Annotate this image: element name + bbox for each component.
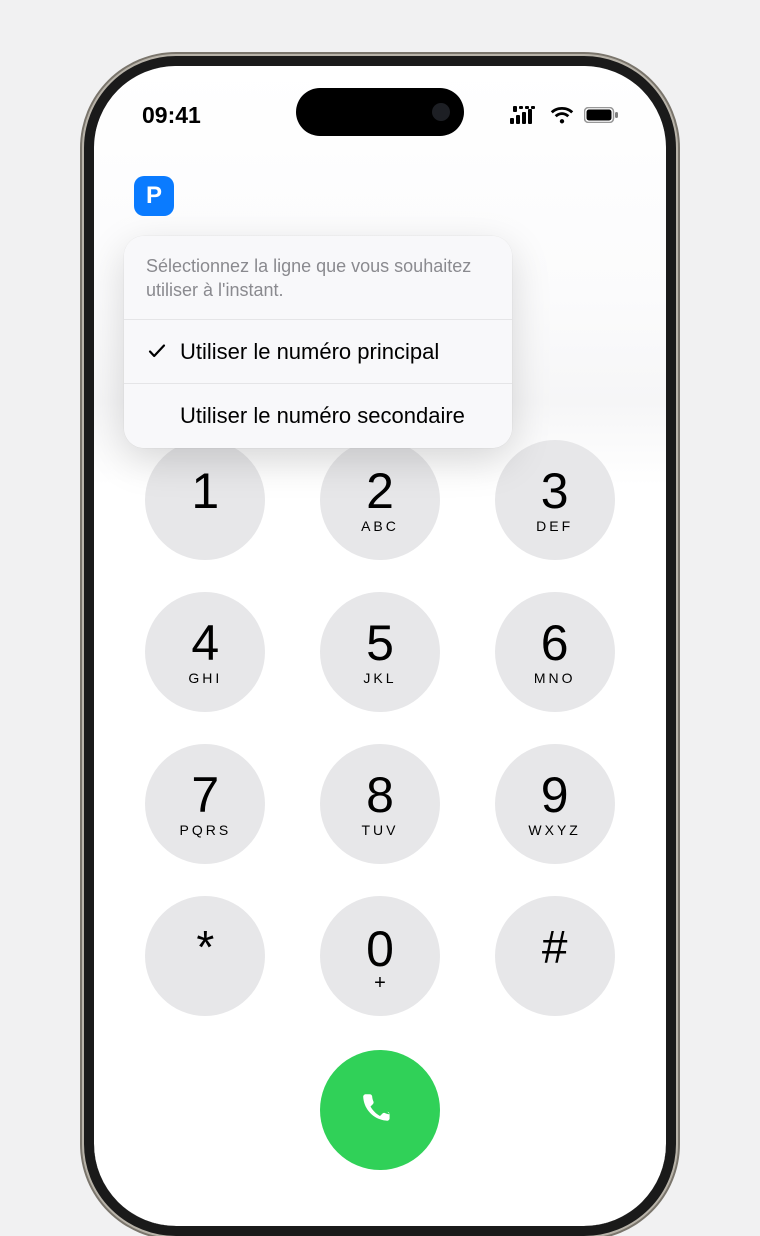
line-option-label: Utiliser le numéro secondaire	[180, 402, 490, 430]
key-letters: MNO	[534, 670, 576, 686]
key-0[interactable]: 0 +	[320, 896, 440, 1016]
line-option-primary[interactable]: Utiliser le numéro principal	[124, 320, 512, 385]
key-5[interactable]: 5 JKL	[320, 592, 440, 712]
key-letters: ABC	[361, 518, 399, 534]
key-digit: 9	[541, 770, 569, 820]
line-selector-popover: Sélectionnez la ligne que vous souhaitez…	[124, 236, 512, 448]
status-indicators	[510, 106, 618, 124]
key-1[interactable]: 1	[145, 440, 265, 560]
key-digit: *	[196, 924, 214, 970]
key-letters: DEF	[536, 518, 573, 534]
key-3[interactable]: 3 DEF	[495, 440, 615, 560]
checkmark-icon	[146, 341, 168, 361]
call-button-row	[94, 1050, 666, 1170]
key-9[interactable]: 9 WXYZ	[495, 744, 615, 864]
key-digit: 6	[541, 618, 569, 668]
call-button[interactable]	[320, 1050, 440, 1170]
key-digit: 8	[366, 770, 394, 820]
key-digit: 0	[366, 924, 394, 974]
key-letters: WXYZ	[528, 822, 580, 838]
status-bar: 09:41	[94, 66, 666, 140]
key-2[interactable]: 2 ABC	[320, 440, 440, 560]
key-letters: +	[374, 972, 386, 988]
key-star[interactable]: *	[145, 896, 265, 1016]
key-letters: PQRS	[179, 822, 231, 838]
key-6[interactable]: 6 MNO	[495, 592, 615, 712]
key-digit: 7	[191, 770, 219, 820]
dual-sim-signal-icon	[510, 106, 540, 124]
active-line-badge[interactable]: P	[134, 176, 174, 216]
key-8[interactable]: 8 TUV	[320, 744, 440, 864]
key-digit: 2	[366, 466, 394, 516]
key-digit: 3	[541, 466, 569, 516]
active-line-letter: P	[146, 182, 162, 210]
key-digit: 4	[191, 618, 219, 668]
line-option-label: Utiliser le numéro principal	[180, 338, 490, 366]
key-7[interactable]: 7 PQRS	[145, 744, 265, 864]
phone-frame: 09:41	[84, 56, 676, 1236]
phone-icon	[356, 1084, 404, 1137]
line-selector-prompt: Sélectionnez la ligne que vous souhaitez…	[124, 236, 512, 320]
key-4[interactable]: 4 GHI	[145, 592, 265, 712]
battery-icon	[584, 107, 618, 123]
wifi-icon	[550, 106, 574, 124]
line-option-secondary[interactable]: Utiliser le numéro secondaire	[124, 384, 512, 448]
key-letters: JKL	[363, 670, 396, 686]
key-digit: 5	[366, 618, 394, 668]
key-digit: 1	[191, 466, 219, 516]
dialer-keypad: 1 2 ABC 3 DEF 4 GHI 5 JKL 6 MNO	[140, 440, 620, 1016]
key-letters: TUV	[361, 822, 398, 838]
status-time: 09:41	[142, 102, 201, 129]
key-letters: GHI	[188, 670, 222, 686]
screen: 09:41	[94, 66, 666, 1226]
key-digit: #	[542, 924, 568, 970]
key-hash[interactable]: #	[495, 896, 615, 1016]
